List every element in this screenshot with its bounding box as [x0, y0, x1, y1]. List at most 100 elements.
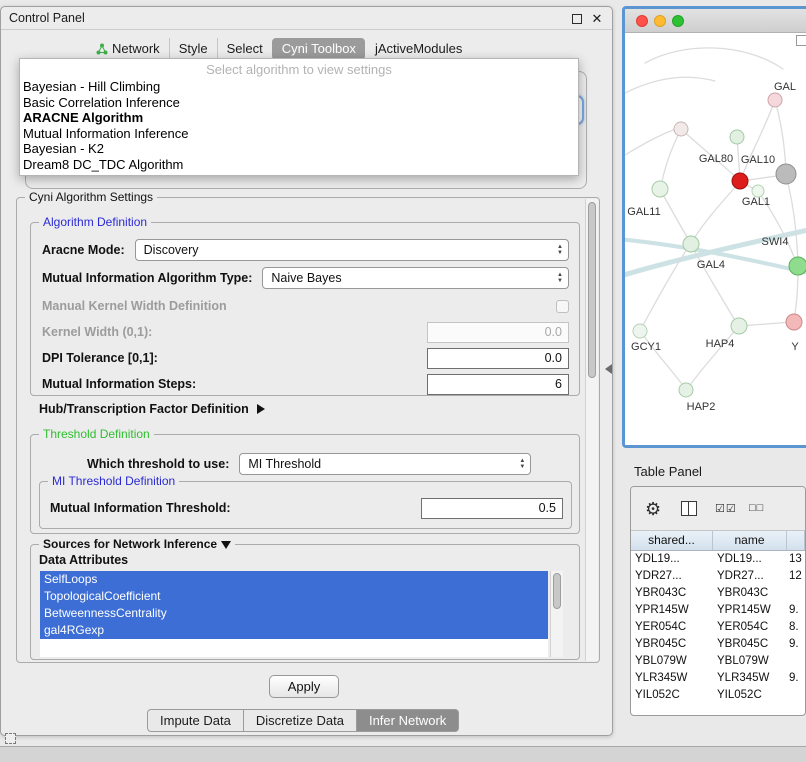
- table-row[interactable]: YBR045CYBR045C9.: [631, 636, 805, 653]
- tab-cyni-toolbox[interactable]: Cyni Toolbox: [272, 38, 365, 60]
- table-row[interactable]: YBL079WYBL079W: [631, 653, 805, 670]
- threshold-definition-title: Threshold Definition: [39, 427, 154, 441]
- mi-threshold-label: Mutual Information Threshold:: [50, 501, 231, 515]
- combo-arrows-icon: [557, 244, 563, 256]
- sources-group-title[interactable]: Sources for Network Inference: [39, 537, 235, 551]
- algorithm-option-bayesian-hill-climbing[interactable]: Bayesian - Hill Climbing: [20, 79, 578, 95]
- algorithm-option-basic-correlation-inference[interactable]: Basic Correlation Inference: [20, 95, 578, 111]
- bottom-tab-bar: Impute DataDiscretize DataInfer Network: [147, 709, 459, 732]
- network-node[interactable]: [683, 236, 699, 252]
- network-node-label: GAL4: [697, 259, 725, 271]
- dpi-tolerance-field[interactable]: 0.0: [427, 348, 569, 369]
- table-cell: YPR145W: [631, 602, 713, 619]
- network-canvas[interactable]: GALGAL80GAL10GAL11GAL1SWI4GAL4GCY1HAP4YH…: [625, 33, 806, 445]
- table-row[interactable]: YLR345WYLR345W9.: [631, 670, 805, 687]
- network-edge[interactable]: [688, 328, 737, 388]
- network-edge[interactable]: [625, 77, 715, 93]
- table-header-row: shared...name: [631, 531, 805, 551]
- network-node[interactable]: [731, 318, 747, 334]
- network-node[interactable]: [633, 324, 647, 338]
- bottom-tab-impute-data[interactable]: Impute Data: [147, 709, 244, 732]
- algorithm-option-bayesian-k2[interactable]: Bayesian - K2: [20, 141, 578, 157]
- tab-jactivemodules[interactable]: jActiveModules: [365, 38, 471, 60]
- network-edge[interactable]: [740, 322, 792, 326]
- attributes-scrollbar[interactable]: [550, 571, 563, 657]
- algorithm-option-mutual-information-inference[interactable]: Mutual Information Inference: [20, 126, 578, 142]
- table-cell: YER054C: [713, 619, 787, 636]
- table-cell: 12: [787, 568, 805, 585]
- table-cell: YDR27...: [631, 568, 713, 585]
- network-node[interactable]: [679, 383, 693, 397]
- algorithm-option-aracne-algorithm[interactable]: ARACNE Algorithm: [20, 110, 578, 126]
- bottom-tab-infer-network[interactable]: Infer Network: [357, 709, 459, 732]
- tab-select[interactable]: Select: [217, 38, 272, 60]
- tab-network[interactable]: Network: [87, 38, 169, 60]
- network-edge[interactable]: [794, 268, 798, 320]
- traffic-light-minimize-icon[interactable]: [654, 15, 666, 27]
- select-all-checks-icon[interactable]: [715, 502, 737, 515]
- column-chooser-icon[interactable]: [681, 501, 697, 516]
- panel-collapse-arrow-icon[interactable]: [605, 364, 612, 374]
- network-node[interactable]: [652, 181, 668, 197]
- mi-steps-field[interactable]: 6: [427, 374, 569, 395]
- tab-style[interactable]: Style: [169, 38, 217, 60]
- settings-scrollbar-thumb[interactable]: [588, 202, 596, 378]
- network-edge[interactable]: [741, 100, 775, 179]
- deselect-all-boxes-icon[interactable]: [749, 502, 764, 514]
- table-cell: 9.: [787, 636, 805, 653]
- settings-scrollbar[interactable]: [585, 199, 598, 661]
- network-node[interactable]: [674, 122, 688, 136]
- cyni-algorithm-settings-group: Cyni Algorithm Settings Algorithm Defini…: [16, 197, 600, 663]
- aracne-mode-select[interactable]: Discovery: [135, 239, 569, 261]
- which-threshold-select[interactable]: MI Threshold: [239, 453, 531, 475]
- table-row[interactable]: YER054CYER054C8.: [631, 619, 805, 636]
- table-cell: [787, 653, 805, 670]
- gear-icon[interactable]: [645, 499, 661, 520]
- panel-grip-handle[interactable]: [5, 733, 16, 744]
- attribute-item-selfloops[interactable]: SelfLoops: [40, 571, 548, 588]
- algorithm-definition-group: Algorithm Definition Aracne Mode: Discov…: [30, 222, 580, 396]
- network-node[interactable]: [730, 130, 744, 144]
- close-window-icon[interactable]: [590, 12, 604, 26]
- mi-type-select[interactable]: Naive Bayes: [262, 267, 569, 289]
- network-node[interactable]: [732, 173, 748, 189]
- apply-button[interactable]: Apply: [269, 675, 339, 698]
- float-window-icon[interactable]: [570, 12, 584, 26]
- algorithm-dropdown-popup[interactable]: Select algorithm to view settings Bayesi…: [19, 58, 579, 176]
- network-node[interactable]: [768, 93, 782, 107]
- table-cell: YIL052C: [631, 687, 713, 704]
- table-row[interactable]: YDL19...YDL19...13: [631, 551, 805, 568]
- table-row[interactable]: YIL052CYIL052C: [631, 687, 805, 704]
- data-attributes-list[interactable]: SelfLoopsTopologicalCoefficientBetweenne…: [40, 571, 548, 657]
- hub-definition-toggle[interactable]: Hub/Transcription Factor Definition: [39, 402, 265, 416]
- table-column-header-2[interactable]: [787, 531, 805, 550]
- attributes-scrollbar-thumb[interactable]: [553, 573, 561, 609]
- bottom-tab-discretize-data[interactable]: Discretize Data: [244, 709, 357, 732]
- mi-threshold-field[interactable]: 0.5: [421, 498, 563, 519]
- table-column-header-1[interactable]: name: [713, 531, 787, 550]
- mi-steps-label: Mutual Information Steps:: [42, 377, 196, 391]
- table-row[interactable]: YPR145WYPR145W9.: [631, 602, 805, 619]
- algorithm-option-dream8-dc-tdc-algorithm[interactable]: Dream8 DC_TDC Algorithm: [20, 157, 578, 173]
- network-edge[interactable]: [645, 48, 783, 69]
- network-edge[interactable]: [692, 183, 739, 242]
- attribute-item-betweennesscentrality[interactable]: BetweennessCentrality: [40, 605, 548, 622]
- network-node[interactable]: [789, 257, 806, 275]
- network-node[interactable]: [786, 314, 802, 330]
- table-column-header-0[interactable]: shared...: [631, 531, 713, 550]
- network-edge[interactable]: [661, 191, 690, 242]
- network-edge[interactable]: [775, 100, 786, 172]
- table-row[interactable]: YDR27...YDR27...12: [631, 568, 805, 585]
- traffic-light-zoom-icon[interactable]: [672, 15, 684, 27]
- table-row[interactable]: YBR043CYBR043C: [631, 585, 805, 602]
- traffic-light-close-icon[interactable]: [636, 15, 648, 27]
- table-cell: YLR345W: [631, 670, 713, 687]
- network-edge[interactable]: [641, 246, 689, 329]
- manual-kernel-checkbox[interactable]: [556, 300, 569, 313]
- canvas-corner-box[interactable]: [796, 35, 806, 46]
- attribute-item-gal4rgexp[interactable]: gal4RGexp: [40, 622, 548, 639]
- network-edge[interactable]: [661, 129, 681, 187]
- kernel-width-field[interactable]: 0.0: [427, 322, 569, 343]
- attribute-item-topologicalcoefficient[interactable]: TopologicalCoefficient: [40, 588, 548, 605]
- network-node[interactable]: [776, 164, 796, 184]
